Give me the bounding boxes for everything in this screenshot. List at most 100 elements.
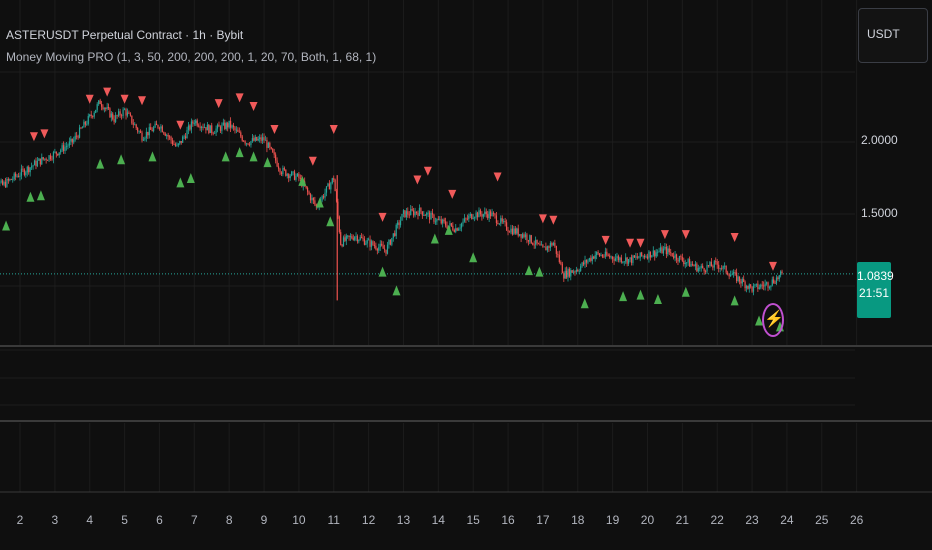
candle-body	[568, 269, 570, 277]
candle-body	[617, 256, 620, 261]
candle-body	[437, 219, 439, 221]
candle-body	[532, 243, 534, 245]
candle-body	[465, 218, 467, 220]
candle-body	[535, 239, 537, 245]
candle-body	[543, 246, 545, 248]
candle-body	[773, 279, 775, 283]
candle-body	[491, 212, 493, 217]
candle-body	[158, 127, 161, 129]
candle-body	[721, 268, 723, 270]
candle-body	[582, 262, 585, 265]
candle-body	[677, 259, 679, 262]
candle-body	[123, 109, 126, 111]
buy-signal-marker	[2, 220, 11, 231]
candle-body	[321, 196, 323, 201]
candle-body	[430, 212, 432, 220]
candle-body	[132, 123, 134, 125]
candle-body	[484, 211, 486, 215]
candle-body	[116, 115, 118, 117]
indicator-legend[interactable]: Money Moving PRO (1, 3, 50, 200, 200, 20…	[6, 50, 376, 64]
candle-body	[327, 183, 329, 187]
candle-body	[780, 271, 782, 276]
x-tick-label: 6	[156, 513, 163, 527]
candle-body	[453, 229, 455, 232]
candle-body	[594, 255, 596, 259]
candle-body	[286, 174, 288, 176]
x-tick-label: 23	[745, 513, 759, 527]
candle-body	[613, 259, 615, 261]
candle-body	[32, 165, 34, 167]
candle-body	[254, 137, 256, 141]
candle-body	[468, 215, 470, 220]
candle-body	[352, 238, 354, 240]
candle-body	[243, 140, 245, 142]
x-tick-label: 22	[710, 513, 724, 527]
candle-body	[508, 231, 511, 233]
candle-body	[479, 210, 482, 215]
candle-body	[724, 265, 726, 267]
candle-body	[524, 234, 527, 238]
buy-signal-marker	[430, 233, 439, 244]
x-tick-label: 9	[260, 513, 268, 527]
candle-body	[383, 248, 386, 250]
candle-body	[752, 285, 755, 292]
candle-body	[754, 284, 756, 286]
candle-body	[623, 261, 625, 263]
candle-body	[395, 224, 397, 236]
candle-body	[519, 234, 521, 236]
x-tick-label: 26	[849, 513, 864, 527]
candle-body	[392, 233, 394, 238]
candle-body	[436, 219, 438, 222]
sell-signal-marker	[40, 129, 49, 139]
candle-body	[330, 183, 332, 190]
candle-body	[222, 122, 224, 125]
candle-body	[687, 259, 689, 263]
candle-body	[694, 263, 697, 267]
chart-grid	[0, 0, 932, 493]
candle-body	[153, 127, 155, 132]
candle-body	[322, 196, 325, 198]
candle-body	[3, 181, 5, 185]
candle-body	[19, 175, 21, 177]
candle-body	[375, 245, 377, 249]
candle-body	[388, 239, 390, 245]
candle-body	[20, 168, 23, 176]
candle-body	[240, 132, 242, 137]
x-tick-label: 4	[86, 513, 94, 527]
candle-body	[604, 251, 606, 257]
candle-body	[459, 227, 461, 229]
candle-body	[689, 259, 691, 267]
candle-body	[179, 140, 181, 144]
candle-body	[110, 113, 112, 118]
buy-signal-marker	[148, 151, 157, 162]
candle-body	[107, 106, 110, 109]
lightning-icon[interactable]: ⚡	[762, 303, 784, 337]
candle-body	[771, 279, 773, 286]
candle-body	[131, 115, 133, 124]
candle-body	[106, 106, 108, 109]
candle-body	[208, 124, 210, 133]
candle-body	[442, 219, 444, 224]
x-tick-label: 15	[466, 513, 480, 527]
candle-body	[272, 148, 274, 153]
x-tick-label: 5	[121, 513, 128, 527]
candle-body	[748, 284, 750, 289]
candle-body	[399, 220, 402, 226]
candle-body	[203, 127, 206, 128]
currency-selector-button[interactable]: USDT	[858, 8, 928, 63]
candle-body	[41, 157, 43, 165]
candle-body	[540, 244, 543, 246]
candle-body	[49, 155, 52, 160]
symbol-title[interactable]: ASTERUSDT Perpetual Contract · 1h · Bybi…	[6, 28, 243, 42]
candle-body	[54, 151, 56, 153]
candle-body	[505, 222, 508, 230]
candle-body	[683, 260, 685, 265]
candle-body	[781, 271, 783, 273]
buy-signal-marker	[636, 289, 645, 300]
price-chart[interactable]	[0, 0, 932, 550]
candle-body	[713, 261, 715, 268]
candle-body	[495, 215, 498, 223]
candle-body	[651, 255, 653, 258]
x-tick-label: 3	[51, 513, 59, 527]
candle-body	[218, 124, 220, 127]
